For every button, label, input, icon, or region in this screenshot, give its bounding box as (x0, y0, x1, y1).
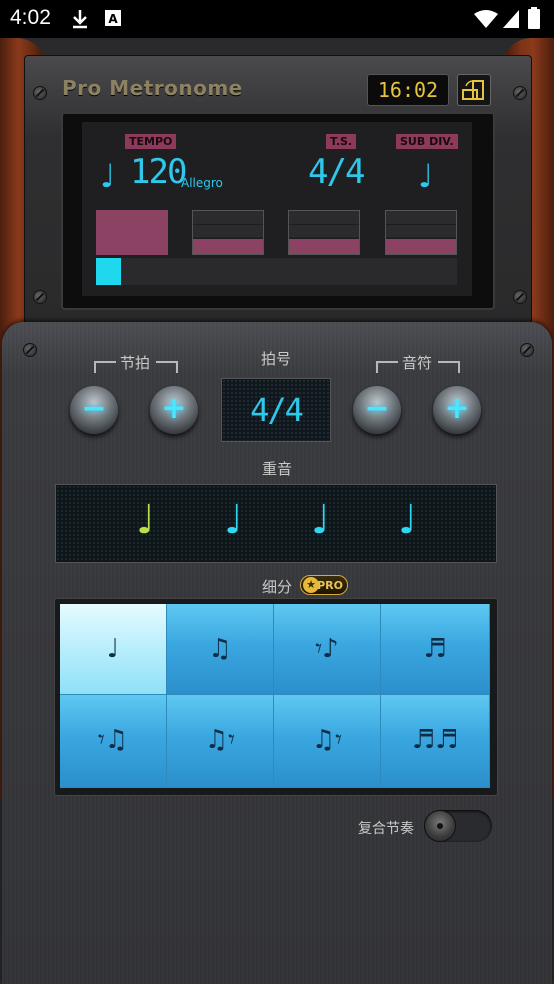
subdivision-triplet-rest-mid[interactable]: ♫𝄾 (167, 695, 274, 788)
screw-icon (513, 86, 527, 100)
beat-label: 节拍 (120, 354, 151, 372)
screw-icon (520, 343, 534, 357)
battery-icon (528, 7, 540, 29)
plus-icon: + (161, 391, 187, 426)
bracket-left (376, 361, 398, 373)
time-signature-display[interactable]: 4/4 (221, 378, 331, 442)
polyrhythm-label: 复合节奏 (358, 821, 414, 837)
screw-icon (33, 86, 47, 100)
tempo-value[interactable]: 120 (130, 152, 187, 192)
tempo-label: TEMPO (125, 134, 177, 149)
accent-label: 重音 (262, 460, 293, 478)
beat-progress-fill (96, 258, 121, 285)
subdivision-rest-eighth[interactable]: 𝄾♪ (274, 604, 381, 695)
beat-indicator-2 (192, 210, 264, 255)
ts-label: T.S. (326, 134, 357, 149)
accent-note-4[interactable]: ♩ (398, 498, 417, 542)
note-plus-button[interactable]: + (433, 386, 481, 434)
keyboard-a-icon: A (105, 10, 121, 26)
subdivision-triplet[interactable]: ♬ (381, 604, 490, 695)
beat-minus-button[interactable]: − (70, 386, 118, 434)
beat-plus-button[interactable]: + (150, 386, 198, 434)
minus-icon: − (81, 391, 107, 426)
plus-icon: + (444, 391, 470, 426)
subdivision-quarter[interactable]: ♩ (60, 604, 167, 695)
svg-text:A: A (108, 12, 118, 26)
subdivision-triplet-rest-end[interactable]: ♫𝄾 (274, 695, 381, 788)
clock-display: 16:02 (367, 74, 449, 106)
beat-indicator-4 (385, 210, 457, 255)
status-time: 4:02 (10, 6, 51, 29)
time-signature-value[interactable]: 4/4 (308, 152, 365, 192)
download-icon (73, 10, 87, 29)
minus-icon: − (364, 391, 390, 426)
accent-note-2[interactable]: ♩ (224, 498, 243, 542)
beat-indicator-3 (288, 210, 360, 255)
time-sig-label: 拍号 (261, 350, 292, 368)
orientation-button[interactable] (457, 74, 491, 106)
bracket-right (156, 361, 178, 373)
screw-icon (23, 343, 37, 357)
signal-icon (503, 10, 519, 28)
subdivision-label: 细分 (262, 578, 293, 596)
rotate-screen-icon (462, 80, 484, 100)
bracket-left (94, 361, 116, 373)
accent-note-1[interactable]: ♩ (136, 498, 155, 542)
subdivision-grid: ♩ ♫ 𝄾♪ ♬ 𝄾♫ ♫𝄾 ♫𝄾 ♬♬ (60, 604, 490, 788)
bracket-right (438, 361, 460, 373)
note-label: 音符 (402, 354, 433, 372)
tempo-name: Allegro (181, 176, 223, 190)
wifi-icon (474, 10, 498, 28)
subdivision-eighths[interactable]: ♫ (167, 604, 274, 695)
subdiv-label: SUB DIV. (396, 134, 458, 149)
beat-progress-track (96, 258, 457, 285)
accent-panel (55, 484, 497, 563)
subdiv-note-icon: ♩ (418, 157, 434, 195)
screw-icon (513, 290, 527, 304)
subdivision-sixteenths[interactable]: ♬♬ (381, 695, 490, 788)
note-minus-button[interactable]: − (353, 386, 401, 434)
status-bar: 4:02 A (0, 0, 554, 38)
toggle-knob[interactable] (424, 810, 456, 842)
app-title: Pro Metronome (62, 76, 243, 100)
beat-note-icon: ♩ (100, 157, 116, 195)
subdivision-rest-triplet[interactable]: 𝄾♫ (60, 695, 167, 788)
screw-icon (33, 290, 47, 304)
star-icon: ★ (303, 577, 319, 593)
beat-indicator-1 (96, 210, 168, 255)
accent-note-3[interactable]: ♩ (311, 498, 330, 542)
